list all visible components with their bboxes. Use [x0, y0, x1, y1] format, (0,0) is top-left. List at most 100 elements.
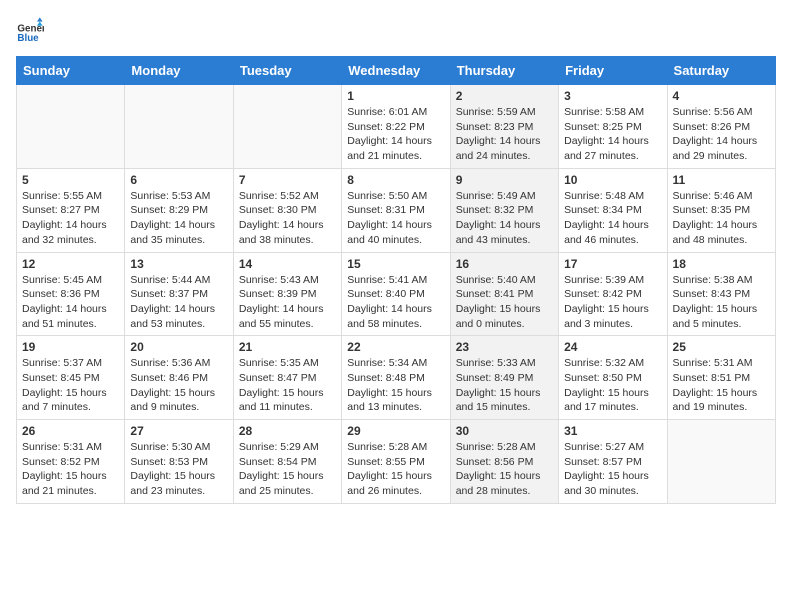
calendar-cell: 10Sunrise: 5:48 AM Sunset: 8:34 PM Dayli… [559, 168, 667, 252]
day-info: Sunrise: 5:58 AM Sunset: 8:25 PM Dayligh… [564, 105, 661, 164]
day-number: 17 [564, 257, 661, 271]
day-number: 15 [347, 257, 444, 271]
day-number: 6 [130, 173, 227, 187]
weekday-header-thursday: Thursday [450, 57, 558, 85]
day-info: Sunrise: 5:46 AM Sunset: 8:35 PM Dayligh… [673, 189, 770, 248]
calendar-cell: 2Sunrise: 5:59 AM Sunset: 8:23 PM Daylig… [450, 85, 558, 169]
day-info: Sunrise: 5:28 AM Sunset: 8:56 PM Dayligh… [456, 440, 553, 499]
day-info: Sunrise: 5:37 AM Sunset: 8:45 PM Dayligh… [22, 356, 119, 415]
day-number: 3 [564, 89, 661, 103]
day-info: Sunrise: 5:38 AM Sunset: 8:43 PM Dayligh… [673, 273, 770, 332]
calendar-cell: 5 Sunrise: 5:55 AM Sunset: 8:27 PM Daylig… [17, 168, 125, 252]
day-info: Sunrise: 5:36 AM Sunset: 8:46 PM Dayligh… [130, 356, 227, 415]
day-info: Sunrise: 5:43 AM Sunset: 8:39 PM Dayligh… [239, 273, 336, 332]
day-number: 5 [22, 173, 119, 187]
day-number: 26 [22, 424, 119, 438]
day-info: Sunrise: 5:55 AM Sunset: 8:27 PM Dayligh… [22, 189, 119, 248]
weekday-header-tuesday: Tuesday [233, 57, 341, 85]
calendar-cell: 12Sunrise: 5:45 AM Sunset: 8:36 PM Dayli… [17, 252, 125, 336]
day-number: 12 [22, 257, 119, 271]
day-number: 21 [239, 340, 336, 354]
calendar-cell: 7 Sunrise: 5:52 AM Sunset: 8:30 PM Daylig… [233, 168, 341, 252]
page-header: General Blue [16, 16, 776, 44]
day-info: Sunrise: 5:35 AM Sunset: 8:47 PM Dayligh… [239, 356, 336, 415]
calendar-cell: 20 Sunrise: 5:36 AM Sunset: 8:46 PM Dayli… [125, 336, 233, 420]
day-number: 28 [239, 424, 336, 438]
calendar-cell [667, 420, 775, 504]
weekday-header-sunday: Sunday [17, 57, 125, 85]
day-number: 2 [456, 89, 553, 103]
calendar-cell: 21 Sunrise: 5:35 AM Sunset: 8:47 PM Dayli… [233, 336, 341, 420]
day-info: Sunrise: 5:33 AM Sunset: 8:49 PM Dayligh… [456, 356, 553, 415]
day-info: Sunrise: 5:29 AM Sunset: 8:54 PM Dayligh… [239, 440, 336, 499]
svg-text:Blue: Blue [17, 33, 39, 44]
day-number: 8 [347, 173, 444, 187]
day-number: 4 [673, 89, 770, 103]
calendar-cell: 24 Sunrise: 5:32 AM Sunset: 8:50 PM Dayli… [559, 336, 667, 420]
day-info: Sunrise: 5:30 AM Sunset: 8:53 PM Dayligh… [130, 440, 227, 499]
day-number: 7 [239, 173, 336, 187]
calendar-cell: 9 Sunrise: 5:49 AM Sunset: 8:32 PM Daylig… [450, 168, 558, 252]
day-info: Sunrise: 5:41 AM Sunset: 8:40 PM Dayligh… [347, 273, 444, 332]
calendar-cell: 17 Sunrise: 5:39 AM Sunset: 8:42 PM Dayli… [559, 252, 667, 336]
day-number: 24 [564, 340, 661, 354]
calendar-cell: 18 Sunrise: 5:38 AM Sunset: 8:43 PM Dayli… [667, 252, 775, 336]
day-info: Sunrise: 5:44 AM Sunset: 8:37 PM Dayligh… [130, 273, 227, 332]
day-number: 22 [347, 340, 444, 354]
calendar-week-2: 5 Sunrise: 5:55 AM Sunset: 8:27 PM Daylig… [17, 168, 776, 252]
day-info: Sunrise: 5:31 AM Sunset: 8:51 PM Dayligh… [673, 356, 770, 415]
weekday-header-saturday: Saturday [667, 57, 775, 85]
calendar-cell: 26Sunrise: 5:31 AM Sunset: 8:52 PM Dayli… [17, 420, 125, 504]
calendar-cell: 1Sunrise: 6:01 AM Sunset: 8:22 PM Daylig… [342, 85, 450, 169]
day-info: Sunrise: 5:49 AM Sunset: 8:32 PM Dayligh… [456, 189, 553, 248]
calendar-cell: 30 Sunrise: 5:28 AM Sunset: 8:56 PM Dayli… [450, 420, 558, 504]
day-number: 29 [347, 424, 444, 438]
calendar-cell: 22 Sunrise: 5:34 AM Sunset: 8:48 PM Dayli… [342, 336, 450, 420]
calendar-cell: 15 Sunrise: 5:41 AM Sunset: 8:40 PM Dayli… [342, 252, 450, 336]
day-number: 14 [239, 257, 336, 271]
weekday-header-row: SundayMondayTuesdayWednesdayThursdayFrid… [17, 57, 776, 85]
calendar-cell: 16 Sunrise: 5:40 AM Sunset: 8:41 PM Dayli… [450, 252, 558, 336]
day-number: 16 [456, 257, 553, 271]
day-info: Sunrise: 6:01 AM Sunset: 8:22 PM Dayligh… [347, 105, 444, 164]
day-number: 18 [673, 257, 770, 271]
day-number: 20 [130, 340, 227, 354]
calendar-cell: 28 Sunrise: 5:29 AM Sunset: 8:54 PM Dayli… [233, 420, 341, 504]
day-info: Sunrise: 5:34 AM Sunset: 8:48 PM Dayligh… [347, 356, 444, 415]
weekday-header-friday: Friday [559, 57, 667, 85]
day-number: 9 [456, 173, 553, 187]
calendar-week-3: 12Sunrise: 5:45 AM Sunset: 8:36 PM Dayli… [17, 252, 776, 336]
calendar-week-1: 1Sunrise: 6:01 AM Sunset: 8:22 PM Daylig… [17, 85, 776, 169]
calendar-cell: 3 Sunrise: 5:58 AM Sunset: 8:25 PM Daylig… [559, 85, 667, 169]
day-number: 11 [673, 173, 770, 187]
logo-icon: General Blue [16, 16, 44, 44]
day-number: 13 [130, 257, 227, 271]
calendar-cell: 6Sunrise: 5:53 AM Sunset: 8:29 PM Daylig… [125, 168, 233, 252]
calendar-table: SundayMondayTuesdayWednesdayThursdayFrid… [16, 56, 776, 504]
day-info: Sunrise: 5:56 AM Sunset: 8:26 PM Dayligh… [673, 105, 770, 164]
calendar-cell: 31 Sunrise: 5:27 AM Sunset: 8:57 PM Dayli… [559, 420, 667, 504]
day-info: Sunrise: 5:50 AM Sunset: 8:31 PM Dayligh… [347, 189, 444, 248]
calendar-cell: 29Sunrise: 5:28 AM Sunset: 8:55 PM Dayli… [342, 420, 450, 504]
weekday-header-wednesday: Wednesday [342, 57, 450, 85]
day-number: 30 [456, 424, 553, 438]
weekday-header-monday: Monday [125, 57, 233, 85]
day-number: 27 [130, 424, 227, 438]
day-info: Sunrise: 5:39 AM Sunset: 8:42 PM Dayligh… [564, 273, 661, 332]
calendar-cell: 4 Sunrise: 5:56 AM Sunset: 8:26 PM Daylig… [667, 85, 775, 169]
calendar-cell: 23Sunrise: 5:33 AM Sunset: 8:49 PM Dayli… [450, 336, 558, 420]
day-info: Sunrise: 5:27 AM Sunset: 8:57 PM Dayligh… [564, 440, 661, 499]
day-info: Sunrise: 5:52 AM Sunset: 8:30 PM Dayligh… [239, 189, 336, 248]
calendar-cell [17, 85, 125, 169]
calendar-cell: 27 Sunrise: 5:30 AM Sunset: 8:53 PM Dayli… [125, 420, 233, 504]
calendar-cell [125, 85, 233, 169]
day-number: 31 [564, 424, 661, 438]
calendar-cell: 25Sunrise: 5:31 AM Sunset: 8:51 PM Dayli… [667, 336, 775, 420]
calendar-cell [233, 85, 341, 169]
day-number: 10 [564, 173, 661, 187]
day-info: Sunrise: 5:32 AM Sunset: 8:50 PM Dayligh… [564, 356, 661, 415]
calendar-cell: 13 Sunrise: 5:44 AM Sunset: 8:37 PM Dayli… [125, 252, 233, 336]
day-info: Sunrise: 5:40 AM Sunset: 8:41 PM Dayligh… [456, 273, 553, 332]
calendar-cell: 11 Sunrise: 5:46 AM Sunset: 8:35 PM Dayli… [667, 168, 775, 252]
calendar-cell: 8 Sunrise: 5:50 AM Sunset: 8:31 PM Daylig… [342, 168, 450, 252]
